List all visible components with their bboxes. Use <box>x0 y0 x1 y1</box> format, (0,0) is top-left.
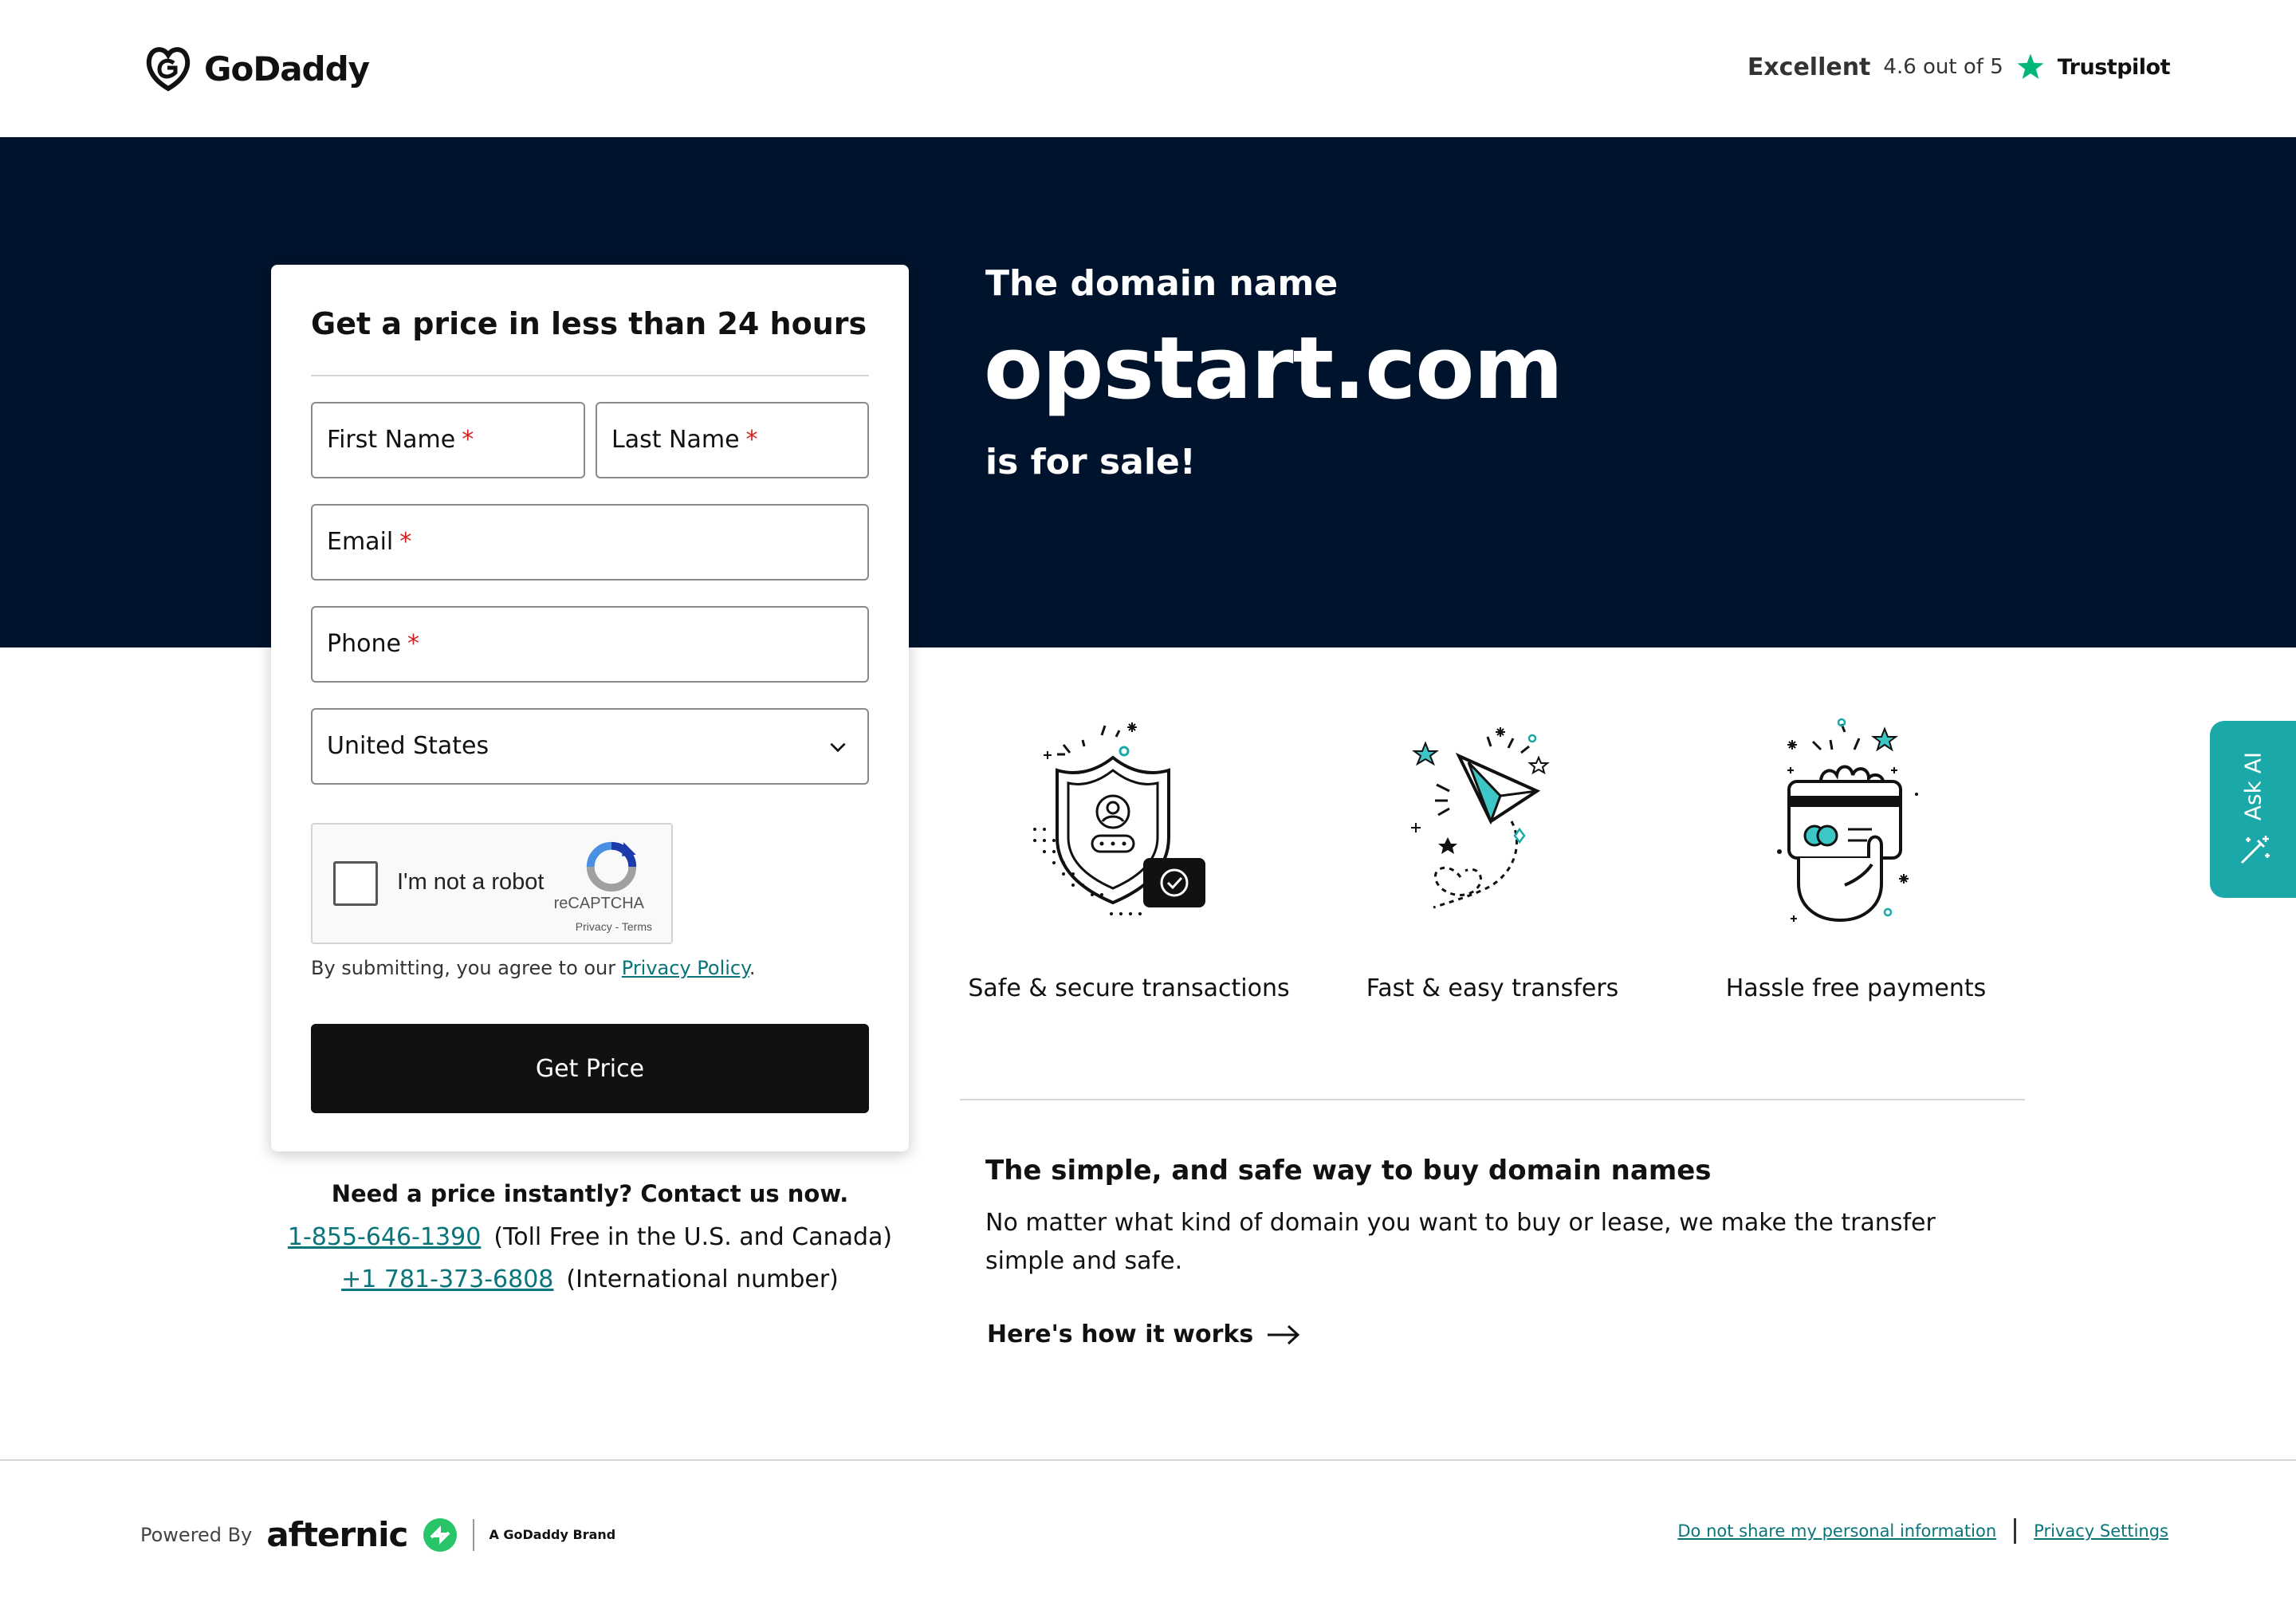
site-header: GoDaddy Excellent 4.6 out of 5 Trustpilo… <box>0 0 2296 137</box>
country-select[interactable]: United States <box>311 708 869 785</box>
trustpilot-rating[interactable]: Excellent 4.6 out of 5 Trustpilot <box>1747 45 2171 89</box>
how-it-works-label: Here's how it works <box>987 1321 1254 1348</box>
first-name-label: First Name * <box>327 426 474 454</box>
feature-caption: Hassle free payments <box>1725 974 1987 1002</box>
footer-link-separator <box>2014 1518 2017 1544</box>
trustpilot-brand: Trustpilot <box>2057 54 2171 80</box>
section-divider <box>960 1099 2025 1100</box>
required-marker: * <box>407 630 419 658</box>
feature-transfers: Fast & easy transfers <box>1325 718 1660 1002</box>
logo-text: GoDaddy <box>204 49 370 89</box>
ask-ai-tab[interactable]: Ask AI <box>2210 721 2296 898</box>
how-it-works-link[interactable]: Here's how it works <box>987 1321 1301 1348</box>
trustpilot-rating-word: Excellent <box>1747 53 1871 81</box>
info-title: The simple, and safe way to buy domain n… <box>985 1155 1712 1187</box>
recaptcha-logo-icon <box>586 841 637 892</box>
phone-note: (International number) <box>566 1265 839 1293</box>
required-marker: * <box>399 528 412 556</box>
recaptcha-widget: I'm not a robot reCAPTCHA Privacy - Term… <box>311 823 673 944</box>
contact-question: Need a price instantly? Contact us now. <box>331 1180 849 1207</box>
powered-by: Powered By afternic A GoDaddy Brand <box>140 1515 615 1554</box>
info-body: No matter what kind of domain you want t… <box>985 1209 1936 1275</box>
shield-icon <box>1033 722 1205 915</box>
trustpilot-score: 4.6 out of 5 <box>1883 55 2003 79</box>
email-field[interactable]: Email * <box>311 504 869 581</box>
last-name-label: Last Name * <box>611 426 758 454</box>
toll-free-phone-link[interactable]: 1-855-646-1390 <box>288 1223 481 1251</box>
price-form-card: Get a price in less than 24 hours First … <box>271 265 909 1151</box>
country-value: United States <box>327 732 489 760</box>
godaddy-heart-icon <box>146 47 191 92</box>
afternic-mark-icon <box>423 1517 458 1552</box>
recaptcha-label: I'm not a robot <box>397 869 545 895</box>
privacy-policy-link[interactable]: Privacy Policy <box>622 957 749 979</box>
ask-ai-label: Ask AI <box>2239 751 2267 821</box>
feature-caption: Fast & easy transfers <box>1366 974 1619 1002</box>
agreement-text: By submitting, you agree to our Privacy … <box>311 957 756 979</box>
trustpilot-star-icon <box>2017 53 2044 79</box>
magic-wand-icon <box>2240 836 2270 864</box>
godaddy-brand-note: A GoDaddy Brand <box>489 1527 616 1542</box>
footer-separator <box>473 1518 475 1551</box>
phone-note: (Toll Free in the U.S. and Canada) <box>493 1223 893 1251</box>
arrow-right-icon <box>1268 1324 1300 1344</box>
feature-payments: Hassle free payments <box>1689 718 2023 1002</box>
recaptcha-brand: reCAPTCHA <box>553 895 644 912</box>
required-marker: * <box>462 426 474 454</box>
contact-section: Need a price instantly? Contact us now. … <box>271 1180 909 1308</box>
chevron-down-icon <box>830 742 846 753</box>
phone-row: 1-855-646-1390 (Toll Free in the U.S. and… <box>271 1223 909 1251</box>
hero-line2: is for sale! <box>985 442 1196 482</box>
card-payment-icon <box>1777 718 1918 923</box>
powered-by-label: Powered By <box>140 1523 253 1546</box>
phone-label: Phone * <box>327 630 419 658</box>
form-divider <box>311 375 869 376</box>
international-phone-link[interactable]: +1 781-373-6808 <box>341 1265 553 1293</box>
do-not-share-link[interactable]: Do not share my personal information <box>1677 1521 1996 1541</box>
form-title: Get a price in less than 24 hours <box>311 306 867 341</box>
email-label: Email * <box>327 528 412 556</box>
godaddy-logo[interactable]: GoDaddy <box>144 45 370 92</box>
phone-row: +1 781-373-6808 (International number) <box>271 1265 909 1293</box>
get-price-button[interactable]: Get Price <box>311 1024 869 1113</box>
footer-links: Do not share my personal information Pri… <box>1677 1518 2168 1544</box>
paper-plane-icon <box>1411 727 1550 909</box>
last-name-field[interactable]: Last Name * <box>596 402 869 478</box>
footer-divider <box>0 1459 2296 1461</box>
privacy-settings-link[interactable]: Privacy Settings <box>2034 1521 2168 1541</box>
hero-line1: The domain name <box>985 263 1339 304</box>
recaptcha-links[interactable]: Privacy - Terms <box>313 920 652 933</box>
first-name-field[interactable]: First Name * <box>311 402 585 478</box>
hero-domain-name: opstart.com <box>984 319 1563 419</box>
phone-field[interactable]: Phone * <box>311 606 869 683</box>
required-marker: * <box>745 426 758 454</box>
afternic-logo[interactable]: afternic <box>266 1515 408 1554</box>
feature-caption: Safe & secure transactions <box>968 974 1290 1002</box>
feature-secure: Safe & secure transactions <box>961 718 1296 1002</box>
